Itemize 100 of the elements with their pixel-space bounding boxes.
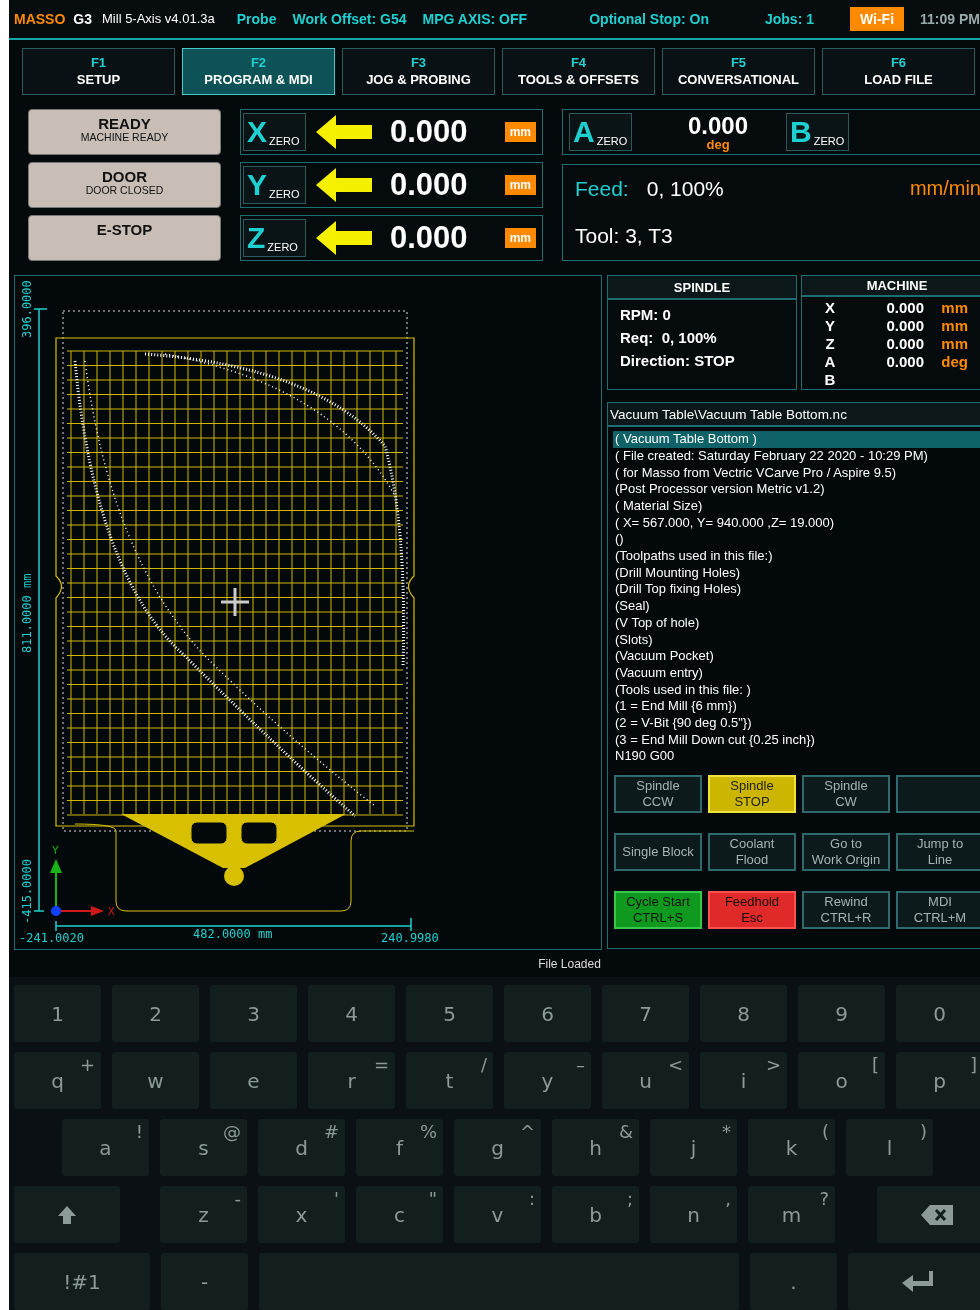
code-line[interactable]: (Drill Mounting Holes): [613, 564, 980, 582]
control-button[interactable]: MDI CTRL+M: [896, 891, 980, 930]
keyboard-key[interactable]: 6: [504, 985, 591, 1042]
direction-text: Direction: STOP: [620, 352, 736, 370]
control-button[interactable]: [896, 775, 980, 814]
control-button[interactable]: Rewind CTRL+R: [802, 891, 890, 930]
control-button[interactable]: Coolant Flood: [708, 833, 796, 872]
code-line[interactable]: ( X= 567.000, Y= 940.000 ,Z= 19.000): [613, 514, 980, 532]
keyboard-key[interactable]: 8: [700, 985, 787, 1042]
keyboard-key[interactable]: k (: [748, 1119, 835, 1176]
keyboard-key[interactable]: 0: [896, 985, 980, 1042]
code-line[interactable]: ( Material Size): [613, 498, 980, 515]
keyboard-key[interactable]: l ): [846, 1119, 933, 1176]
function-tab[interactable]: F5 CONVERSATIONAL: [662, 47, 815, 95]
unit-label: mm: [940, 335, 968, 354]
code-line[interactable]: (3 = End Mill Down cut {0.25 inch}): [613, 731, 980, 749]
code-line[interactable]: (Slots): [613, 631, 980, 649]
keyboard-key[interactable]: [14, 1186, 120, 1243]
function-tab[interactable]: F4 TOOLS & OFFSETS: [502, 47, 655, 95]
clock-time: 11:09 PM: [920, 10, 980, 27]
keyboard-key[interactable]: p ]: [896, 1052, 980, 1109]
keyboard-key[interactable]: o [: [798, 1052, 885, 1109]
keyboard-key[interactable]: f %: [356, 1119, 443, 1176]
keyboard-key[interactable]: h &: [552, 1119, 639, 1176]
code-line[interactable]: N190 G00: [613, 748, 980, 766]
zero-axis-button[interactable]: YZERO: [243, 166, 306, 205]
code-line[interactable]: ( File created: Saturday February 22 2020 - 10:29 PM): [613, 448, 980, 465]
keyboard-key[interactable]: [848, 1253, 980, 1310]
axis-letter: X: [824, 299, 836, 318]
axis-value: 0.000: [885, 353, 924, 372]
keyboard-key[interactable]: b ;: [552, 1186, 639, 1243]
axis-value: 0.000: [390, 114, 468, 151]
keyboard-key[interactable]: 4: [308, 985, 395, 1042]
keyboard-key[interactable]: 2: [112, 985, 199, 1042]
keyboard-key[interactable]: w: [112, 1052, 199, 1109]
code-line[interactable]: (): [613, 531, 980, 549]
unit-badge: mm: [504, 175, 536, 196]
keyboard-key[interactable]: d #: [258, 1119, 345, 1176]
code-line[interactable]: (Drill Top fixing Holes): [613, 581, 980, 599]
zero-axis-button[interactable]: XZERO: [243, 113, 306, 152]
function-tab[interactable]: F3 JOG & PROBING: [342, 47, 495, 95]
keyboard-key[interactable]: [877, 1186, 980, 1243]
keyboard-key[interactable]: s @: [160, 1119, 247, 1176]
keyboard-key[interactable]: u <: [602, 1052, 689, 1109]
code-line[interactable]: (Toolpaths used in this file:): [613, 548, 980, 565]
keyboard-key[interactable]: g ^: [454, 1119, 541, 1176]
code-line[interactable]: (V Top of hole): [613, 614, 980, 632]
keyboard-key[interactable]: c ": [356, 1186, 443, 1243]
function-tab[interactable]: F2 PROGRAM & MDI: [182, 47, 335, 95]
keyboard-key[interactable]: x ': [258, 1186, 345, 1243]
keyboard-key[interactable]: n ,: [650, 1186, 737, 1243]
axis-letter: B: [823, 371, 837, 390]
function-tab[interactable]: F1 SETUP: [22, 47, 175, 95]
code-line[interactable]: (Tools used in this file: ): [613, 681, 980, 699]
keyboard-key[interactable]: r =: [308, 1052, 395, 1109]
keyboard-key[interactable]: e: [210, 1052, 297, 1109]
control-button[interactable]: Jump to Line: [896, 833, 980, 872]
keyboard-key[interactable]: 1: [14, 985, 101, 1042]
code-line[interactable]: (1 = End Mill {6 mm}): [613, 698, 980, 715]
keyboard-key[interactable]: .: [750, 1253, 837, 1310]
keyboard-key[interactable]: i >: [700, 1052, 787, 1109]
keyboard-key[interactable]: z -: [160, 1186, 247, 1243]
version-text: Mill 5-Axis v4.01.3a: [102, 11, 215, 27]
keyboard-key[interactable]: a !: [62, 1119, 149, 1176]
code-line[interactable]: (Vacuum Pocket): [613, 648, 980, 665]
keyboard-key[interactable]: q +: [14, 1052, 101, 1109]
keyboard-key[interactable]: 7: [602, 985, 689, 1042]
control-button[interactable]: Feedhold Esc: [708, 891, 796, 930]
control-button[interactable]: Cycle Start CTRL+S: [614, 891, 702, 930]
keyboard-key[interactable]: y –: [504, 1052, 591, 1109]
code-line[interactable]: (Post Processor version Metric v1.2): [613, 481, 980, 499]
keyboard-key[interactable]: v :: [454, 1186, 541, 1243]
unit-label: deg: [706, 137, 730, 151]
keyboard-key[interactable]: !#1: [14, 1253, 150, 1310]
control-button[interactable]: Spindle CCW: [614, 775, 702, 814]
keyboard-key[interactable]: m ?: [748, 1186, 835, 1243]
keyboard-key[interactable]: t /: [406, 1052, 493, 1109]
keyboard-key[interactable]: 5: [406, 985, 493, 1042]
control-button[interactable]: Single Block: [614, 833, 702, 872]
zero-axis-button[interactable]: B ZERO: [786, 113, 850, 152]
axis-value: 0.000: [390, 167, 468, 204]
control-button[interactable]: Spindle CW: [802, 775, 890, 814]
function-tab[interactable]: F6 LOAD FILE: [822, 47, 975, 95]
code-line[interactable]: (2 = V-Bit {90 deg 0.5"}): [613, 715, 980, 732]
status-button[interactable]: READY MACHINE READY: [28, 109, 221, 156]
control-button[interactable]: Spindle STOP: [708, 775, 796, 814]
keyboard-key[interactable]: 3: [210, 985, 297, 1042]
code-line[interactable]: ( for Masso from Vectric VCarve Pro / Aspire 9.5): [613, 464, 980, 482]
control-button[interactable]: Go to Work Origin: [802, 833, 890, 872]
dimension-label: 240.9980: [381, 931, 439, 946]
keyboard-key[interactable]: 9: [798, 985, 885, 1042]
zero-axis-button[interactable]: A ZERO: [569, 113, 632, 152]
status-button[interactable]: DOOR DOOR CLOSED: [28, 162, 221, 209]
code-line[interactable]: (Vacuum entry): [613, 664, 980, 682]
keyboard-key[interactable]: j *: [650, 1119, 737, 1176]
keyboard-key[interactable]: -: [161, 1253, 248, 1310]
status-button[interactable]: E-STOP: [28, 215, 221, 262]
unit-badge: mm: [504, 228, 536, 249]
code-line[interactable]: (Seal): [613, 598, 980, 615]
zero-axis-button[interactable]: ZZERO: [243, 219, 306, 258]
